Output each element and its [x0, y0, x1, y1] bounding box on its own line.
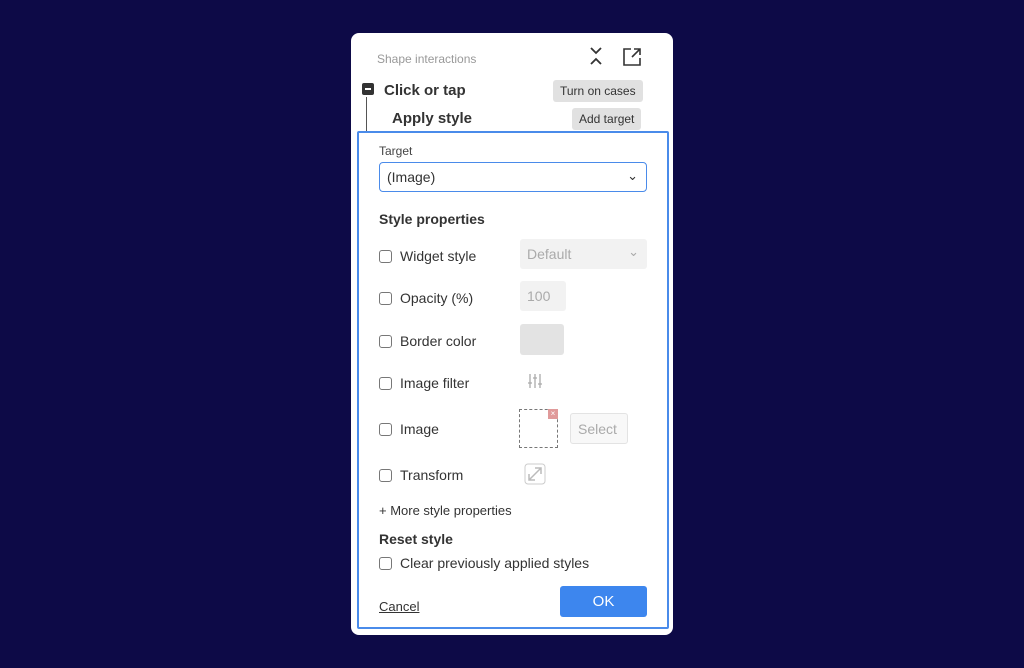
- action-label: Apply style: [392, 110, 473, 127]
- turn-on-cases-button[interactable]: Turn on cases: [553, 80, 643, 102]
- border-color-swatch[interactable]: [520, 324, 564, 355]
- widget-style-checkbox[interactable]: [379, 249, 392, 263]
- external-link-icon[interactable]: [623, 48, 641, 71]
- image-placeholder[interactable]: ×: [519, 409, 558, 448]
- clear-styles-row: Clear previously applied styles: [379, 555, 589, 571]
- cancel-button[interactable]: Cancel: [379, 599, 419, 614]
- image-filter-checkbox[interactable]: [379, 376, 392, 390]
- target-select[interactable]: (Image) ⌄: [379, 162, 647, 192]
- select-image-button[interactable]: Select: [570, 413, 628, 444]
- reset-style-heading: Reset style: [379, 531, 453, 547]
- image-row: Image: [379, 421, 439, 437]
- widget-style-label: Widget style: [400, 248, 477, 264]
- add-target-button[interactable]: Add target: [572, 108, 642, 130]
- collapse-event-toggle[interactable]: [362, 83, 374, 95]
- tree-line: [366, 97, 367, 133]
- shape-interactions-panel: Shape interactions Click or tap Turn on …: [351, 33, 673, 635]
- transform-row: Transform: [379, 467, 463, 483]
- target-label: Target: [379, 144, 413, 158]
- image-label: Image: [400, 421, 439, 437]
- transform-checkbox[interactable]: [379, 468, 392, 482]
- clear-styles-label: Clear previously applied styles: [400, 555, 590, 571]
- transform-icon[interactable]: [524, 463, 546, 490]
- widget-style-row: Widget style: [379, 248, 476, 264]
- image-checkbox[interactable]: [379, 422, 392, 436]
- more-style-properties-link[interactable]: + More style properties: [379, 503, 512, 518]
- image-filter-row: Image filter: [379, 375, 469, 391]
- opacity-row: Opacity (%): [379, 290, 473, 306]
- transform-label: Transform: [400, 467, 464, 483]
- remove-image-icon[interactable]: ×: [548, 409, 558, 419]
- border-color-label: Border color: [400, 333, 477, 349]
- ok-button[interactable]: OK: [560, 586, 647, 617]
- sliders-icon[interactable]: [527, 373, 543, 394]
- chevron-down-icon: ⌄: [628, 244, 639, 259]
- opacity-checkbox[interactable]: [379, 291, 392, 305]
- event-label: Click or tap: [384, 82, 466, 99]
- panel-title: Shape interactions: [377, 52, 477, 66]
- widget-style-select[interactable]: Default ⌄: [520, 239, 647, 269]
- chevron-down-icon: ⌄: [627, 168, 638, 183]
- widget-style-value: Default: [527, 246, 572, 262]
- clear-styles-checkbox[interactable]: [379, 556, 392, 570]
- border-color-checkbox[interactable]: [379, 334, 392, 348]
- opacity-input[interactable]: 100: [520, 281, 566, 311]
- opacity-label: Opacity (%): [400, 290, 474, 306]
- image-filter-label: Image filter: [400, 375, 470, 391]
- border-color-row: Border color: [379, 333, 476, 349]
- apply-style-editor: Target (Image) ⌄ Style properties Widget …: [357, 131, 669, 629]
- collapse-icon[interactable]: [589, 46, 603, 71]
- target-value: (Image): [387, 169, 436, 185]
- style-properties-heading: Style properties: [379, 211, 485, 227]
